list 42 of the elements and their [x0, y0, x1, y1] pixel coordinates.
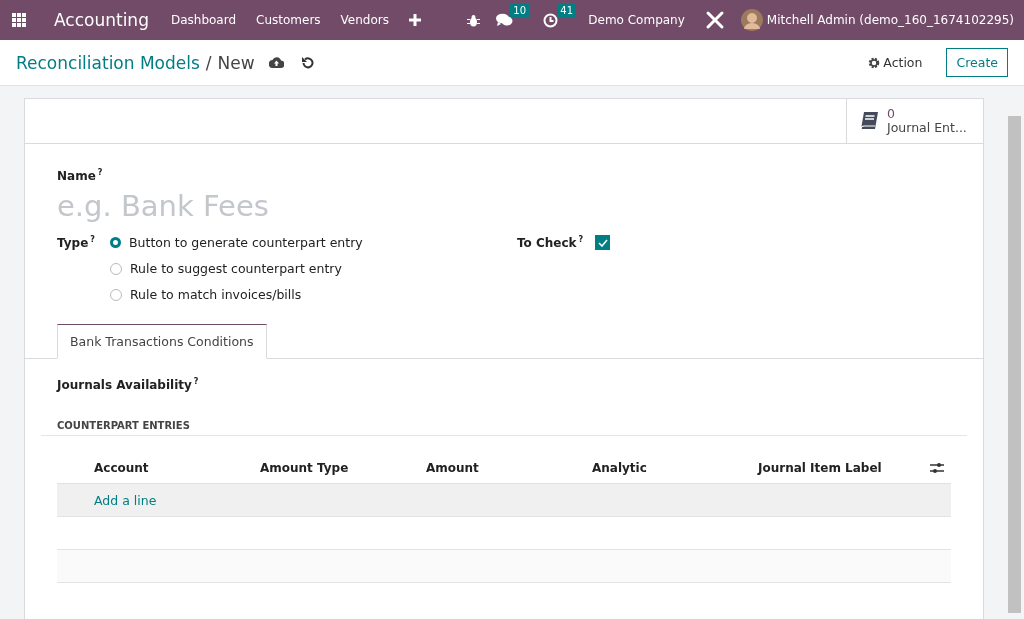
name-label: Name $^{?}$ [57, 168, 104, 183]
column-header[interactable]: Journal Item Label [758, 460, 924, 475]
activity-count-badge: 41 [557, 3, 576, 17]
checkbox[interactable] [595, 235, 610, 250]
action-button[interactable]: Action [862, 54, 929, 71]
column-header[interactable]: Analytic [592, 460, 758, 475]
menu-item[interactable]: Customers [256, 13, 321, 27]
cloud-upload-icon[interactable] [268, 57, 284, 68]
message-count-badge: 10 [510, 4, 529, 17]
journals-label: Journals Availability $^{?}$ [55, 377, 200, 392]
radio-label[interactable]: Rule to match invoices/bills [130, 287, 302, 302]
column-header[interactable]: Account [94, 460, 260, 475]
chat-icon[interactable] [496, 13, 514, 27]
radio-label[interactable]: Button to generate counterpart entry [129, 235, 363, 250]
breadcrumb-link[interactable]: Reconciliation Models [16, 52, 200, 73]
discard-icon[interactable] [301, 56, 314, 69]
company-switcher[interactable]: Demo Company [588, 13, 685, 27]
menu-item[interactable]: Dashboard [170, 13, 237, 27]
book-icon [859, 111, 879, 131]
radio-label[interactable]: Rule to suggest counterpart entry [130, 261, 342, 276]
column-header[interactable]: Amount Type [260, 460, 426, 475]
scrollbar[interactable] [1008, 116, 1021, 613]
section-title: COUNTERPART ENTRIES [41, 420, 967, 436]
tab[interactable]: Bank Transactions Conditions [57, 324, 267, 359]
breadcrumb-current: New [217, 52, 255, 73]
apps-menu-icon[interactable] [12, 13, 26, 27]
breadcrumb-separator: / [205, 52, 212, 73]
user-name[interactable]: Mitchell Admin (demo_160_1674102295) [766, 13, 1014, 27]
create-button[interactable]: Create [946, 48, 1008, 77]
sliders-icon[interactable] [930, 461, 944, 474]
menu-item[interactable]: Vendors [340, 13, 389, 27]
radio-button[interactable] [110, 237, 121, 248]
plus-icon[interactable] [409, 14, 421, 26]
type-label: Type $^{?}$ [57, 235, 96, 252]
to-check-label: To Check $^{?}$ [517, 235, 585, 250]
add-line-link[interactable]: Add a line [94, 492, 157, 508]
avatar-icon[interactable] [740, 9, 763, 31]
clock-icon[interactable] [543, 12, 559, 28]
column-header[interactable]: Amount [426, 460, 592, 475]
app-name[interactable]: Accounting [54, 10, 149, 30]
gear-icon [868, 56, 881, 69]
bug-icon[interactable] [467, 13, 481, 27]
